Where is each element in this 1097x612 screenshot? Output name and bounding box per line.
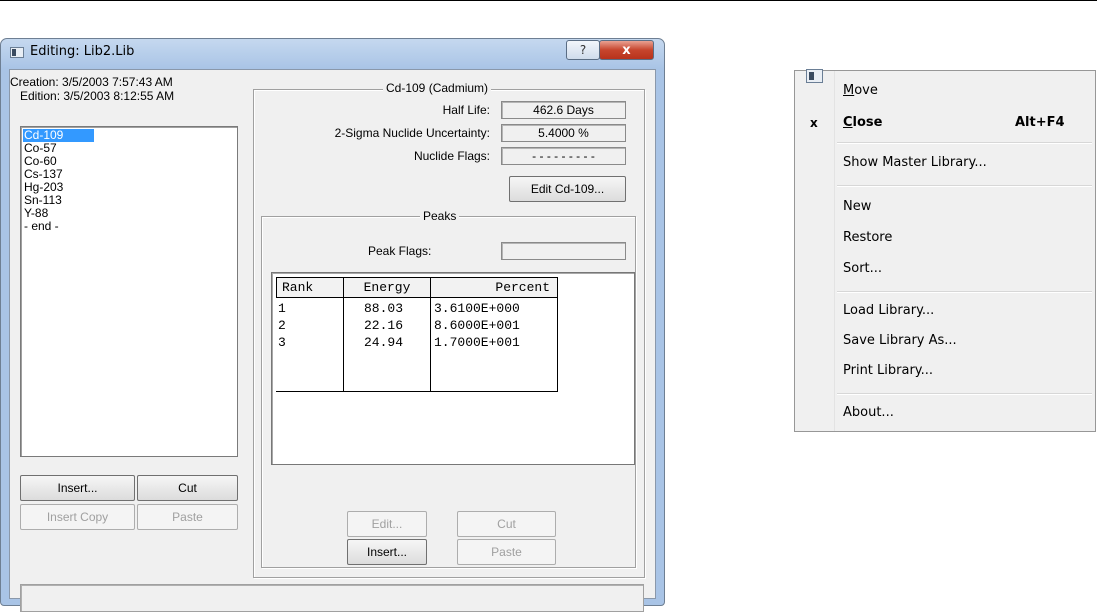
close-button[interactable]: x xyxy=(599,40,654,60)
menu-separator xyxy=(837,393,1092,395)
edition-value: 3/5/2003 8:12:55 AM xyxy=(63,89,175,103)
uncertainty-field: 5.4000 % xyxy=(501,124,626,142)
insert-peak-button[interactable]: Insert... xyxy=(347,539,427,565)
edit-nuclide-button[interactable]: Edit Cd-109... xyxy=(509,176,626,202)
peaks-table[interactable]: Rank Energy Percent 1 88.03 3.6100E+000 … xyxy=(271,272,635,465)
peak-flags-field xyxy=(501,242,626,260)
menu-item-new[interactable]: New xyxy=(843,199,871,214)
insert-nuclide-button[interactable]: Insert... xyxy=(20,475,135,501)
column-header-rank[interactable]: Rank xyxy=(276,277,344,298)
column-divider xyxy=(430,297,431,392)
menu-item-load-library[interactable]: Load Library... xyxy=(843,303,934,318)
edition-label: Edition: xyxy=(20,89,61,103)
nuclide-list-item[interactable]: - end - xyxy=(23,220,63,233)
menu-separator xyxy=(837,142,1092,144)
energy-cell[interactable]: 24.94 xyxy=(364,335,403,351)
window-client-area: Creation: 3/5/2003 7:57:43 AM Edition: 3… xyxy=(9,69,656,612)
nuclide-group-title: Cd-109 (Cadmium) xyxy=(383,81,492,95)
title-bar[interactable]: Editing: Lib2.Lib ? x xyxy=(1,39,664,67)
column-divider xyxy=(343,297,344,392)
half-life-label: Half Life: xyxy=(442,103,490,117)
creation-row: Creation: 3/5/2003 7:57:43 AM xyxy=(10,75,173,89)
system-context-menu: Move x Close Alt+F4 Show Master Library.… xyxy=(794,70,1096,432)
edition-row: Edition: 3/5/2003 8:12:55 AM xyxy=(20,89,174,103)
nuclide-listbox[interactable]: Cd-109 Co-57 Co-60 Cs-137 Hg-203 Sn-113 … xyxy=(20,126,238,457)
cut-nuclide-button[interactable]: Cut xyxy=(137,475,238,501)
column-divider xyxy=(557,297,558,392)
menu-item-about[interactable]: About... xyxy=(843,405,894,420)
library-editor-window: Editing: Lib2.Lib ? x Creation: 3/5/2003… xyxy=(0,38,665,612)
menu-gutter xyxy=(834,71,835,431)
menu-item-show-master-library[interactable]: Show Master Library... xyxy=(843,155,987,170)
uncertainty-label: 2-Sigma Nuclide Uncertainty: xyxy=(334,126,490,140)
energy-cell[interactable]: 22.16 xyxy=(364,318,403,334)
menu-item-move[interactable]: Move xyxy=(843,83,878,98)
paste-peak-button[interactable]: Paste xyxy=(457,539,556,565)
nuclide-flags-label: Nuclide Flags: xyxy=(413,149,490,163)
window-menu-icon[interactable] xyxy=(806,69,823,83)
cut-peak-button[interactable]: Cut xyxy=(457,511,556,537)
window-title: Editing: Lib2.Lib xyxy=(30,44,135,59)
energy-cell[interactable]: 88.03 xyxy=(364,301,403,317)
nuclide-flags-field: - - - - - - - - - xyxy=(501,147,626,165)
percent-cell[interactable]: 1.7000E+001 xyxy=(434,335,520,351)
menu-item-sort[interactable]: Sort... xyxy=(843,261,882,276)
top-border-line xyxy=(0,0,1097,1)
window-app-icon[interactable] xyxy=(10,47,24,58)
insert-copy-button[interactable]: Insert Copy xyxy=(20,504,135,530)
rank-cell[interactable]: 2 xyxy=(278,318,286,334)
creation-value: 3/5/2003 7:57:43 AM xyxy=(62,75,173,89)
rank-cell[interactable]: 1 xyxy=(278,301,286,317)
menu-separator xyxy=(837,291,1092,293)
menu-item-restore[interactable]: Restore xyxy=(843,230,892,245)
peaks-group-title: Peaks xyxy=(420,209,460,223)
rank-cell[interactable]: 3 xyxy=(278,335,286,351)
half-life-field: 462.6 Days xyxy=(501,101,626,119)
percent-cell[interactable]: 8.6000E+001 xyxy=(434,318,520,334)
help-button[interactable]: ? xyxy=(566,40,600,60)
menu-item-save-library-as[interactable]: Save Library As... xyxy=(843,333,957,348)
edit-peak-button[interactable]: Edit... xyxy=(347,511,427,537)
percent-cell[interactable]: 3.6100E+000 xyxy=(434,301,520,317)
creation-label: Creation: xyxy=(10,75,59,89)
menu-item-print-library[interactable]: Print Library... xyxy=(843,363,933,378)
status-bar xyxy=(20,584,644,612)
paste-nuclide-button[interactable]: Paste xyxy=(137,504,238,530)
column-header-energy[interactable]: Energy xyxy=(343,277,431,298)
close-x-icon: x xyxy=(810,116,818,130)
menu-item-close[interactable]: Close xyxy=(843,115,883,130)
menu-separator xyxy=(837,185,1092,187)
table-bottom-line xyxy=(276,391,558,392)
close-shortcut: Alt+F4 xyxy=(1015,115,1065,130)
column-header-percent[interactable]: Percent xyxy=(430,277,558,298)
peak-flags-label: Peak Flags: xyxy=(368,244,432,258)
